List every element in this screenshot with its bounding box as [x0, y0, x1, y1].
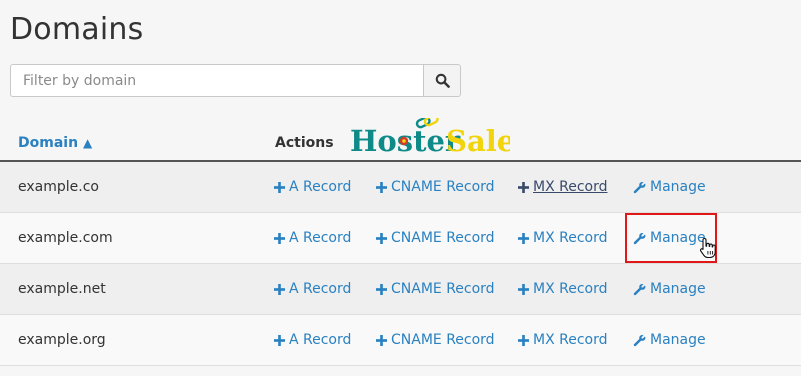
page-title: Domains	[10, 12, 144, 47]
table-row: example.net A Record CNAME Record MX Rec…	[0, 264, 801, 315]
add-mx-record-label: MX Record	[533, 179, 608, 195]
manage-link[interactable]: Manage	[633, 179, 706, 195]
wrench-icon	[633, 181, 646, 194]
plus-icon	[518, 232, 529, 244]
wrench-icon	[633, 334, 646, 347]
hand-pointer-icon	[699, 237, 716, 259]
manage-label: Manage	[650, 179, 706, 195]
add-cname-record-link[interactable]: CNAME Record	[376, 332, 495, 348]
plus-icon	[274, 232, 285, 244]
add-a-record-label: A Record	[289, 281, 352, 297]
sort-ascending-icon: ▲	[83, 136, 93, 150]
add-cname-record-label: CNAME Record	[391, 332, 495, 348]
plus-icon	[376, 334, 387, 346]
add-a-record-link[interactable]: A Record	[274, 281, 351, 297]
domain-filter	[10, 64, 461, 97]
plus-icon	[274, 181, 285, 193]
add-a-record-label: A Record	[289, 230, 352, 246]
plus-icon	[376, 181, 387, 193]
add-cname-record-link[interactable]: CNAME Record	[376, 281, 495, 297]
logo-text-sale: Sale	[446, 124, 510, 158]
domain-name: example.co	[18, 179, 99, 195]
add-mx-record-link[interactable]: MX Record	[518, 332, 608, 348]
hostersale-logo: Hoster Sale	[350, 118, 510, 158]
plus-icon	[274, 283, 285, 295]
page: Domains Domain ▲ Actions Hoster Sale	[0, 0, 801, 376]
plus-icon	[274, 334, 285, 346]
wrench-icon	[633, 283, 646, 296]
table-header: Domain ▲ Actions Hoster Sale	[0, 118, 801, 162]
manage-link[interactable]: Manage	[633, 332, 706, 348]
search-input[interactable]	[10, 64, 423, 97]
add-a-record-link[interactable]: A Record	[274, 332, 351, 348]
plus-icon	[376, 283, 387, 295]
manage-label: Manage	[650, 332, 706, 348]
table-row: example.co A Record CNAME Record MX Reco…	[0, 162, 801, 213]
search-icon	[435, 73, 450, 88]
add-mx-record-link[interactable]: MX Record	[518, 281, 608, 297]
add-a-record-link[interactable]: A Record	[274, 179, 351, 195]
plus-icon	[518, 283, 529, 295]
add-mx-record-label: MX Record	[533, 332, 608, 348]
add-a-record-label: A Record	[289, 179, 352, 195]
add-mx-record-link[interactable]: MX Record	[518, 179, 608, 195]
domain-name: example.com	[18, 230, 113, 246]
add-cname-record-label: CNAME Record	[391, 281, 495, 297]
plus-icon	[376, 232, 387, 244]
domain-name: example.net	[18, 281, 106, 297]
add-cname-record-link[interactable]: CNAME Record	[376, 230, 495, 246]
add-mx-record-link[interactable]: MX Record	[518, 230, 608, 246]
add-cname-record-label: CNAME Record	[391, 179, 495, 195]
column-header-domain[interactable]: Domain ▲	[18, 135, 92, 151]
search-button[interactable]	[423, 64, 461, 97]
manage-link[interactable]: Manage	[633, 281, 706, 297]
add-a-record-label: A Record	[289, 332, 352, 348]
add-a-record-link[interactable]: A Record	[274, 230, 351, 246]
domain-table-body: example.co A Record CNAME Record MX Reco…	[0, 162, 801, 366]
add-mx-record-label: MX Record	[533, 230, 608, 246]
table-row: example.org A Record CNAME Record MX Rec…	[0, 315, 801, 366]
column-header-domain-label: Domain	[18, 135, 79, 151]
add-cname-record-link[interactable]: CNAME Record	[376, 179, 495, 195]
plus-icon	[518, 334, 529, 346]
column-header-actions: Actions	[275, 135, 334, 151]
plus-icon	[518, 181, 529, 193]
manage-label: Manage	[650, 281, 706, 297]
domain-name: example.org	[18, 332, 106, 348]
add-cname-record-label: CNAME Record	[391, 230, 495, 246]
add-mx-record-label: MX Record	[533, 281, 608, 297]
